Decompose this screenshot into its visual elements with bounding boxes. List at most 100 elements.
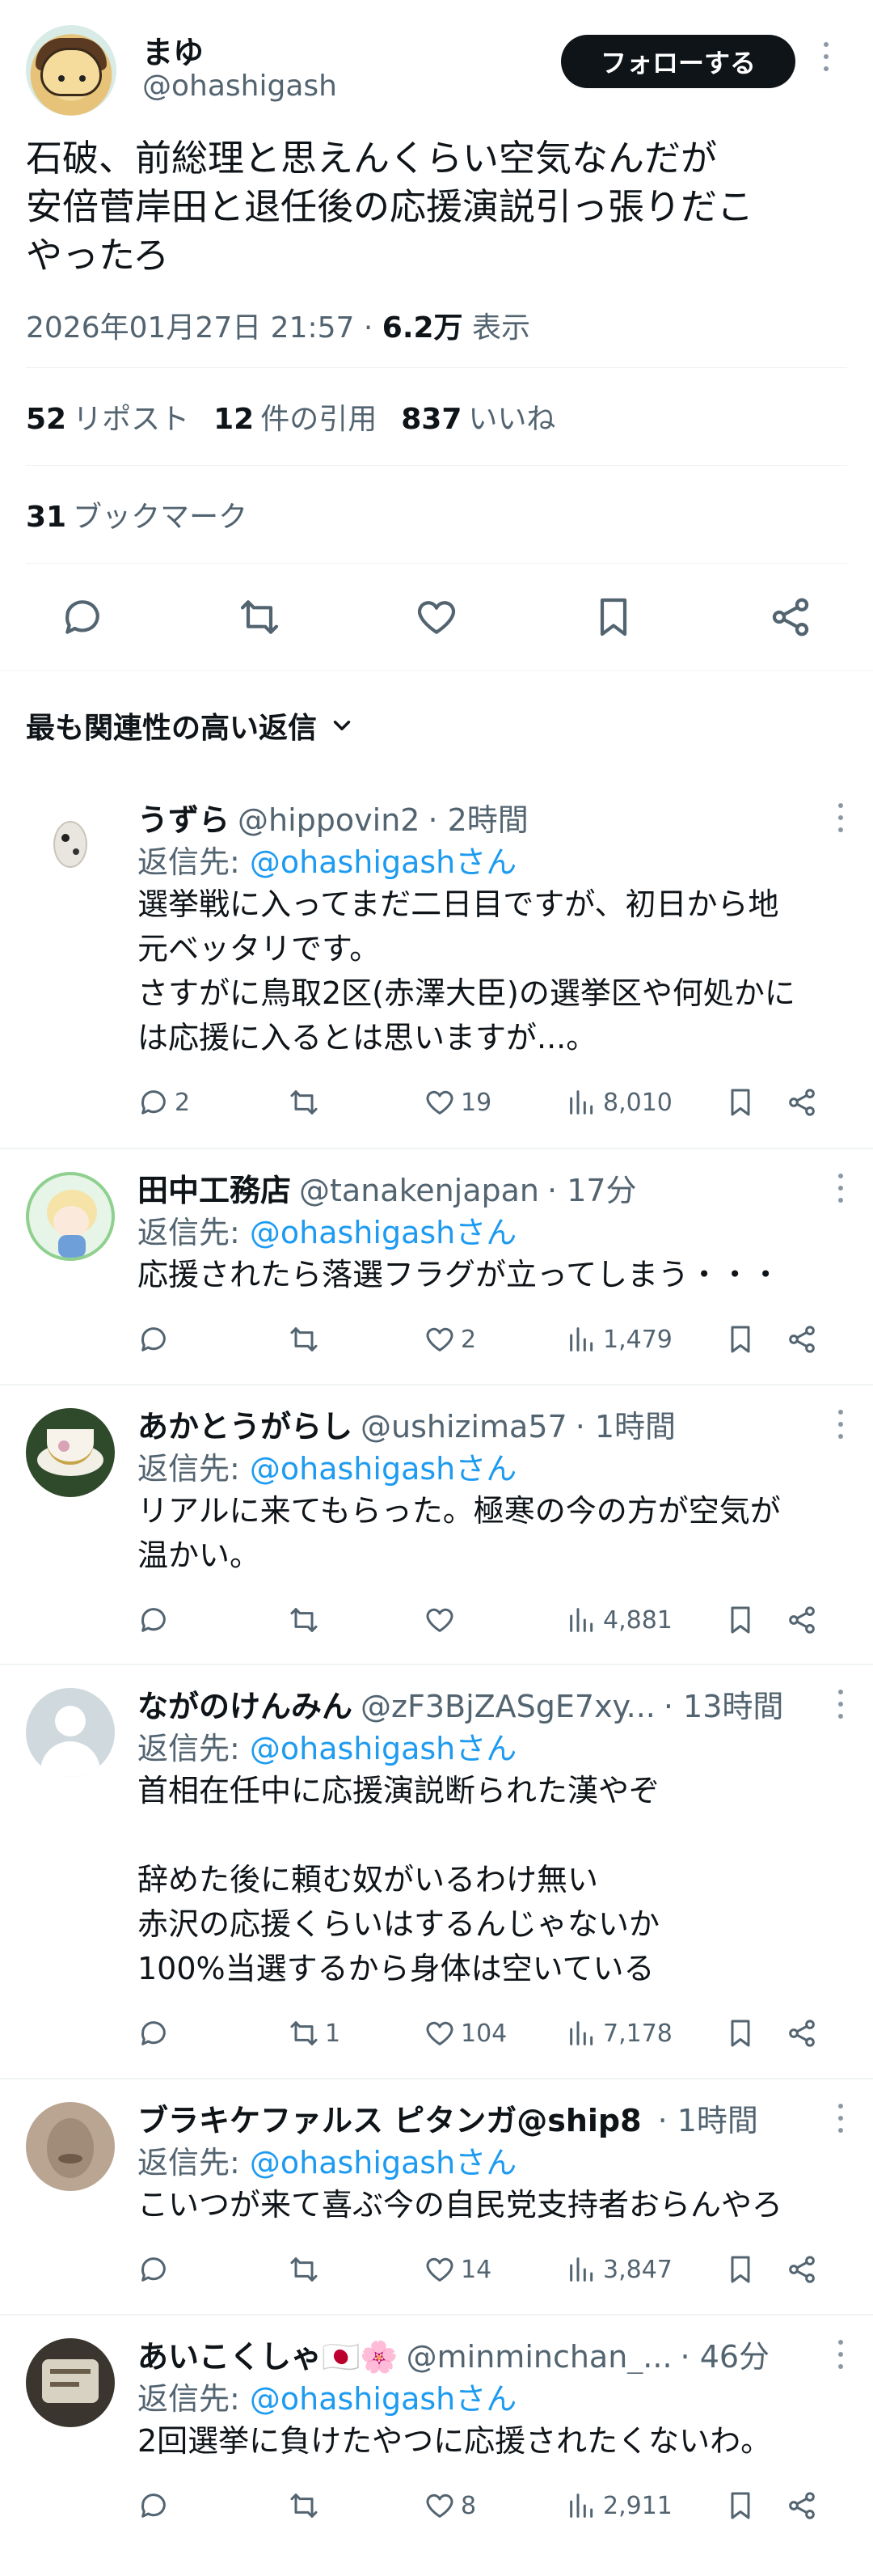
quotes-stat[interactable]: 12 件の引用 — [213, 395, 377, 438]
share-button[interactable] — [786, 2017, 821, 2049]
reply-button[interactable] — [137, 2253, 288, 2286]
repost-button[interactable] — [288, 2489, 424, 2522]
share-button[interactable] — [786, 1323, 821, 1356]
share-button[interactable] — [786, 1086, 821, 1119]
reply-button[interactable] — [137, 2489, 288, 2522]
reply-author-name[interactable]: ながのけんみん — [137, 1681, 352, 1724]
like-button[interactable]: 2 — [424, 1323, 566, 1356]
reply-to-link[interactable]: @ohashigashさん — [250, 1731, 517, 1766]
reply-to-line: 返信先: @ohashigashさん — [137, 2381, 517, 2417]
repost-button[interactable] — [288, 1604, 424, 1636]
repost-icon[interactable] — [237, 594, 282, 640]
reply-author-name[interactable]: 田中工務店 — [137, 1165, 291, 1208]
bookmark-button[interactable] — [724, 2489, 786, 2522]
avatar[interactable] — [26, 2102, 115, 2191]
more-options-icon[interactable] — [833, 1174, 849, 1206]
reply-author-handle[interactable]: @hippovin2 — [238, 802, 420, 837]
more-options-icon[interactable] — [833, 1690, 849, 1722]
bookmark-button[interactable] — [724, 1086, 786, 1119]
reply-time[interactable]: · 2時間 — [428, 795, 528, 837]
author-name[interactable]: まゆ — [142, 27, 204, 72]
reply-to-link[interactable]: @ohashigashさん — [250, 2145, 517, 2181]
repost-icon — [290, 1327, 318, 1351]
reply-author-name[interactable]: うずら — [137, 795, 230, 837]
reply-author-handle[interactable]: @zF3BjZASgE7xy... — [361, 1689, 656, 1724]
bookmark-button[interactable] — [724, 2017, 786, 2049]
reply-to-link[interactable]: @ohashigashさん — [250, 1451, 517, 1487]
more-options-icon[interactable] — [833, 1410, 849, 1442]
reply-item[interactable]: うずら @hippovin2 · 2時間 返信先: @ohashigashさん 選挙… — [0, 779, 873, 1149]
reply-time[interactable]: · 13時間 — [664, 1681, 784, 1724]
reply-button[interactable]: 2 — [137, 1086, 288, 1119]
bookmark-button[interactable] — [724, 1604, 786, 1636]
reply-button[interactable] — [137, 1604, 288, 1636]
share-button[interactable] — [786, 1604, 821, 1636]
reply-to-line: 返信先: @ohashigashさん — [137, 2145, 517, 2181]
post-timestamp[interactable]: 2026年01月27日 21:57 — [26, 311, 354, 345]
like-icon[interactable] — [414, 594, 459, 640]
reply-to-link[interactable]: @ohashigashさん — [250, 2381, 517, 2417]
share-icon[interactable] — [768, 594, 813, 640]
views-button[interactable]: 2,911 — [566, 2489, 724, 2522]
reply-item[interactable]: ながのけんみん @zF3BjZASgE7xy... · 13時間 返信先: @oha… — [0, 1665, 873, 2079]
share-button[interactable] — [786, 2489, 821, 2522]
like-button[interactable]: 19 — [424, 1086, 566, 1119]
more-options-icon[interactable] — [833, 2340, 849, 2372]
analytics-icon — [570, 2021, 593, 2045]
reply-author-name[interactable]: ブラキケファルス ピタンガ@ship8 — [137, 2096, 642, 2138]
follow-button[interactable]: フォローする — [561, 35, 795, 88]
more-options-icon[interactable] — [815, 42, 837, 82]
reply-time[interactable]: · 1時間 — [658, 2096, 758, 2138]
author-handle[interactable]: @ohashigash — [142, 70, 337, 103]
likes-stat[interactable]: 837 いいね — [401, 395, 555, 438]
bookmark-icon[interactable] — [591, 594, 636, 640]
share-button[interactable] — [786, 2253, 821, 2286]
reply-button[interactable] — [137, 1323, 288, 1356]
reply-time[interactable]: · 1時間 — [576, 1402, 676, 1444]
reply-icon[interactable] — [60, 594, 105, 640]
reply-item[interactable]: あかとうがらし @ushizima57 · 1時間 返信先: @ohashigash… — [0, 1385, 873, 1665]
like-button[interactable] — [424, 1604, 566, 1636]
reply-time[interactable]: · 17分 — [547, 1165, 637, 1208]
bookmark-icon — [731, 1326, 750, 1353]
like-button[interactable]: 104 — [424, 2017, 566, 2049]
reply-button[interactable] — [137, 2017, 288, 2049]
repost-button[interactable] — [288, 1086, 424, 1119]
repost-button[interactable] — [288, 2253, 424, 2286]
avatar[interactable] — [26, 802, 115, 890]
reply-item[interactable]: 田中工務店 @tanakenjapan · 17分 返信先: @ohashigash… — [0, 1149, 873, 1385]
bookmark-button[interactable] — [724, 1323, 786, 1356]
views-button[interactable]: 7,178 — [566, 2017, 724, 2049]
repost-button[interactable]: 1 — [288, 2017, 424, 2049]
more-options-icon[interactable] — [833, 2104, 849, 2136]
reply-to-link[interactable]: @ohashigashさん — [250, 844, 517, 880]
avatar[interactable] — [26, 1688, 115, 1777]
reply-item[interactable]: ブラキケファルス ピタンガ@ship8 · 1時間 返信先: @ohashigas… — [0, 2079, 873, 2316]
reply-author-handle[interactable]: @minminchan_... — [407, 2339, 673, 2374]
bookmarks-stat[interactable]: 31 ブックマーク — [26, 493, 247, 535]
reposts-stat[interactable]: 52 リポスト — [26, 395, 189, 438]
views-button[interactable]: 3,847 — [566, 2253, 724, 2286]
views-button[interactable]: 1,479 — [566, 1323, 724, 1356]
like-button[interactable]: 8 — [424, 2489, 566, 2522]
avatar[interactable] — [26, 2338, 115, 2427]
like-icon — [426, 2494, 453, 2518]
avatar[interactable] — [26, 25, 116, 116]
avatar[interactable] — [26, 1172, 115, 1261]
more-options-icon[interactable] — [833, 803, 849, 835]
reply-to-link[interactable]: @ohashigashさん — [250, 1215, 517, 1250]
views-button[interactable]: 4,881 — [566, 1604, 724, 1636]
reply-sort-selector[interactable]: 最も関連性の高い返信 — [0, 670, 873, 779]
reply-author-name[interactable]: あいこくしゃ🇯🇵🌸 — [137, 2332, 399, 2374]
repost-button[interactable] — [288, 1323, 424, 1356]
bookmark-button[interactable] — [724, 2253, 786, 2286]
reply-author-name[interactable]: あかとうがらし — [137, 1402, 352, 1444]
reply-time[interactable]: · 46分 — [681, 2332, 770, 2374]
views-button[interactable]: 8,010 — [566, 1086, 724, 1119]
reply-item[interactable]: あいこくしゃ🇯🇵🌸 @minminchan_... · 46分 返信先: @ohas… — [0, 2316, 873, 2558]
like-button[interactable]: 14 — [424, 2253, 566, 2286]
avatar[interactable] — [26, 1408, 115, 1497]
reply-list: うずら @hippovin2 · 2時間 返信先: @ohashigashさん 選挙… — [0, 779, 873, 2558]
reply-author-handle[interactable]: @ushizima57 — [361, 1409, 567, 1444]
reply-author-handle[interactable]: @tanakenjapan — [299, 1173, 539, 1208]
